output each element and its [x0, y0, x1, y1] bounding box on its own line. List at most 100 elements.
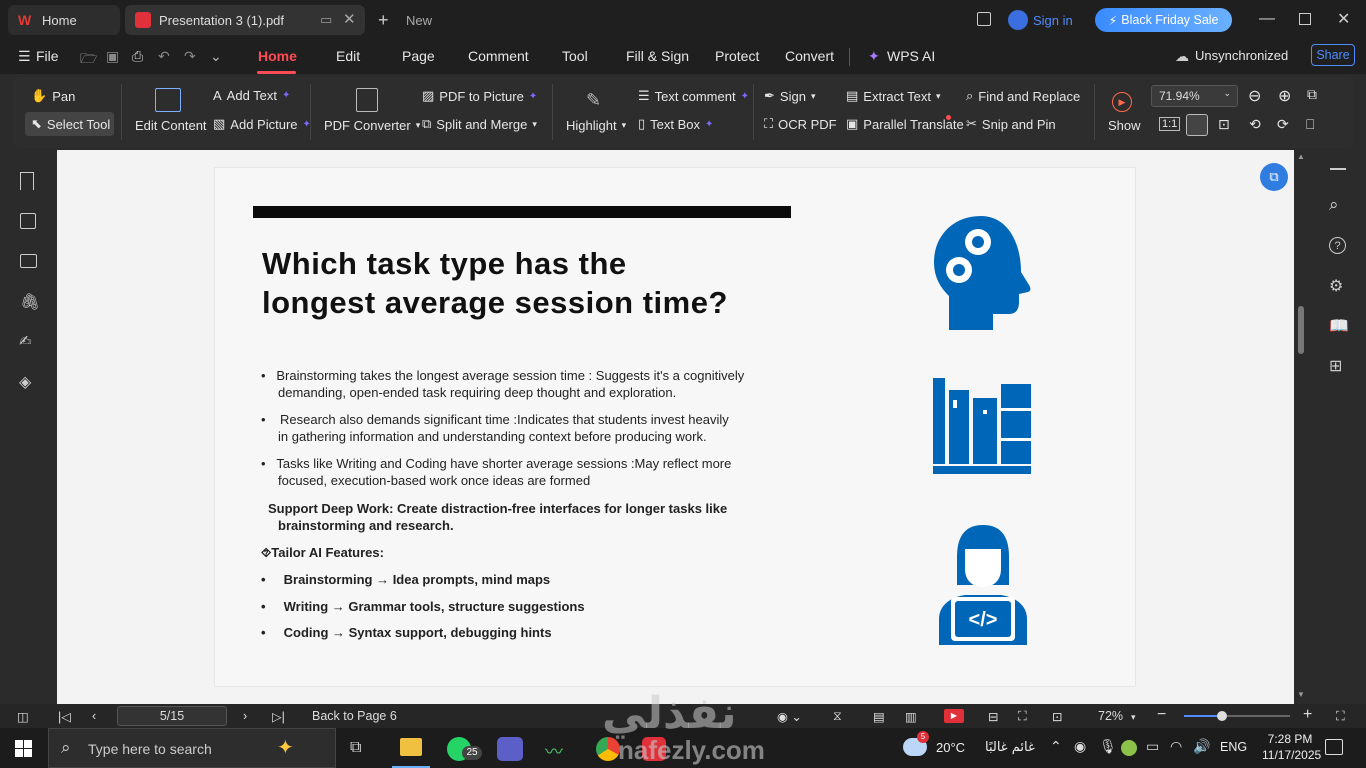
tray-app-icon[interactable]: [1121, 740, 1137, 756]
prev-page-icon[interactable]: ‹: [92, 709, 96, 723]
scroll-up-icon[interactable]: ▲: [1297, 152, 1305, 161]
scrollbar-thumb[interactable]: [1298, 306, 1304, 354]
signature-panel-icon[interactable]: ✍: [19, 332, 32, 350]
menu-home[interactable]: Home: [258, 48, 297, 64]
pan-button[interactable]: ✋ Pan: [31, 88, 75, 104]
tray-chevron-icon[interactable]: ⌃: [1050, 738, 1062, 755]
add-picture-button[interactable]: ▧ Add Picture ✦: [213, 116, 311, 132]
open-folder-icon[interactable]: 🗁: [80, 48, 97, 72]
fit-page-icon[interactable]: ⧉: [1307, 86, 1317, 103]
help-icon[interactable]: ?: [1329, 237, 1346, 254]
wifi-icon[interactable]: ◠: [1170, 738, 1182, 755]
actual-size-button[interactable]: 1:1: [1159, 117, 1181, 131]
rotate-right-icon[interactable]: ⟳: [1277, 116, 1289, 133]
camera-tray-icon[interactable]: ◉: [1074, 738, 1086, 755]
snip-pin-button[interactable]: ✂ Snip and Pin: [966, 116, 1056, 132]
two-page-view-icon[interactable]: ▥: [905, 709, 917, 724]
temperature[interactable]: 20°C: [936, 740, 965, 755]
window-restore-icon[interactable]: [977, 12, 991, 26]
menu-fill-sign[interactable]: Fill & Sign: [626, 48, 689, 64]
menu-protect[interactable]: Protect: [715, 48, 759, 64]
task-view-icon[interactable]: ⧉: [350, 739, 361, 757]
translate-float-icon[interactable]: ⧉: [1260, 163, 1288, 191]
print-icon[interactable]: ⎙: [132, 48, 143, 65]
menu-wps-ai[interactable]: WPS AI: [887, 48, 935, 64]
maximize-icon[interactable]: [1299, 13, 1311, 25]
chevron-down-icon[interactable]: ⌄: [210, 48, 222, 65]
volume-icon[interactable]: 🔊: [1193, 738, 1210, 755]
fullscreen-icon[interactable]: ⛶: [1336, 709, 1345, 724]
menu-file[interactable]: File: [36, 48, 59, 64]
view-mode-icon[interactable]: ◉ ⌄: [777, 709, 802, 724]
fit-height-icon[interactable]: ⧖: [833, 709, 842, 724]
settings-sliders-icon[interactable]: ⚙: [1329, 276, 1343, 296]
clock[interactable]: 7:28 PM 11/17/2025: [1262, 731, 1321, 763]
promo-button[interactable]: ⚡ Black Friday Sale: [1095, 8, 1232, 32]
attachment-icon[interactable]: 🖇: [20, 292, 40, 312]
text-box-button[interactable]: ▯ Text Box ✦: [638, 116, 713, 132]
reader-icon[interactable]: 📖: [1329, 316, 1349, 336]
hamburger-icon[interactable]: ☰: [18, 48, 31, 65]
windows-start-icon[interactable]: [15, 740, 32, 757]
sidebar-toggle-icon[interactable]: ◫: [17, 709, 29, 724]
bookmark-icon[interactable]: [20, 172, 34, 190]
text-comment-button[interactable]: ☰ Text comment ✦: [638, 88, 749, 104]
zoom-level[interactable]: 72%: [1098, 709, 1123, 723]
menu-convert[interactable]: Convert: [785, 48, 834, 64]
tab-home[interactable]: W Home: [8, 5, 120, 35]
zoom-select[interactable]: 71.94% ⌄: [1151, 85, 1238, 107]
last-page-icon[interactable]: ▷|: [272, 709, 285, 724]
rotate-left-icon[interactable]: ⟲: [1249, 116, 1261, 133]
microphone-icon[interactable]: 🎙: [1099, 738, 1117, 755]
split-merge-button[interactable]: ⧉ Split and Merge ▾: [422, 116, 537, 132]
share-button[interactable]: Share: [1311, 44, 1355, 66]
sign-button[interactable]: ✒ Sign ▾: [764, 88, 815, 104]
tab-document[interactable]: Presentation 3 (1).pdf ▭ ✕: [125, 5, 365, 35]
fit-width-icon[interactable]: [1186, 114, 1208, 136]
taskbar-search-box[interactable]: ⌕ Type here to search ✦: [48, 728, 336, 768]
find-replace-button[interactable]: ⌕ Find and Replace: [966, 88, 1080, 104]
search-icon[interactable]: ⌕: [1329, 195, 1339, 215]
fit-screen-icon[interactable]: ⛶: [1018, 709, 1027, 724]
select-tool-button[interactable]: ⬉ Select Tool: [25, 112, 114, 136]
undo-icon[interactable]: ↶: [158, 48, 170, 65]
pdf-to-picture-button[interactable]: ▨ PDF to Picture ✦: [422, 88, 537, 104]
battery-icon[interactable]: ▭: [1146, 738, 1159, 755]
layers-icon[interactable]: ◈: [19, 372, 31, 392]
sync-status[interactable]: Unsynchronized: [1195, 48, 1288, 63]
edit-content-button[interactable]: Edit Content: [135, 118, 207, 133]
slideshow-icon[interactable]: ▶: [944, 709, 964, 723]
menu-edit[interactable]: Edit: [336, 48, 360, 64]
user-avatar-icon[interactable]: [1008, 10, 1028, 30]
redo-icon[interactable]: ↷: [184, 48, 196, 65]
zoom-out-icon[interactable]: ⊖: [1248, 86, 1261, 106]
chevron-down-icon[interactable]: ▾: [1131, 712, 1136, 723]
menu-tool[interactable]: Tool: [562, 48, 588, 64]
notification-center-icon[interactable]: [1325, 739, 1343, 755]
single-page-view-icon[interactable]: ▤: [873, 709, 885, 724]
save-icon[interactable]: ▣: [106, 48, 119, 65]
close-window-icon[interactable]: ✕: [1337, 9, 1350, 29]
thumbnail-icon[interactable]: [20, 213, 36, 229]
zoom-out-icon[interactable]: −: [1157, 706, 1166, 724]
comment-panel-icon[interactable]: [20, 254, 37, 268]
sign-in-link[interactable]: Sign in: [1033, 13, 1073, 28]
chrome-icon[interactable]: [596, 737, 620, 761]
ocr-button[interactable]: ⛶ OCR PDF: [764, 116, 837, 132]
apps-grid-icon[interactable]: ⊞: [1329, 356, 1342, 376]
zoom-in-icon[interactable]: +: [1303, 706, 1312, 724]
page-number-input[interactable]: 5/15: [117, 706, 227, 726]
next-page-icon[interactable]: ›: [243, 709, 247, 723]
app-wave-icon[interactable]: 〰: [545, 738, 563, 764]
file-explorer-icon[interactable]: [400, 738, 422, 756]
back-to-page-link[interactable]: Back to Page 6: [312, 709, 397, 723]
pdf-converter-button[interactable]: PDF Converter ▾: [324, 118, 420, 133]
collapse-icon[interactable]: [1330, 168, 1346, 170]
highlight-button[interactable]: Highlight ▾: [566, 118, 626, 133]
new-tab-plus-icon[interactable]: +: [378, 10, 389, 31]
new-tab-label[interactable]: New: [406, 13, 432, 28]
menu-comment[interactable]: Comment: [468, 48, 529, 64]
minimize-icon[interactable]: —: [1259, 10, 1275, 28]
book-view-icon[interactable]: ⎕: [1306, 116, 1314, 133]
teams-icon[interactable]: [497, 737, 523, 761]
